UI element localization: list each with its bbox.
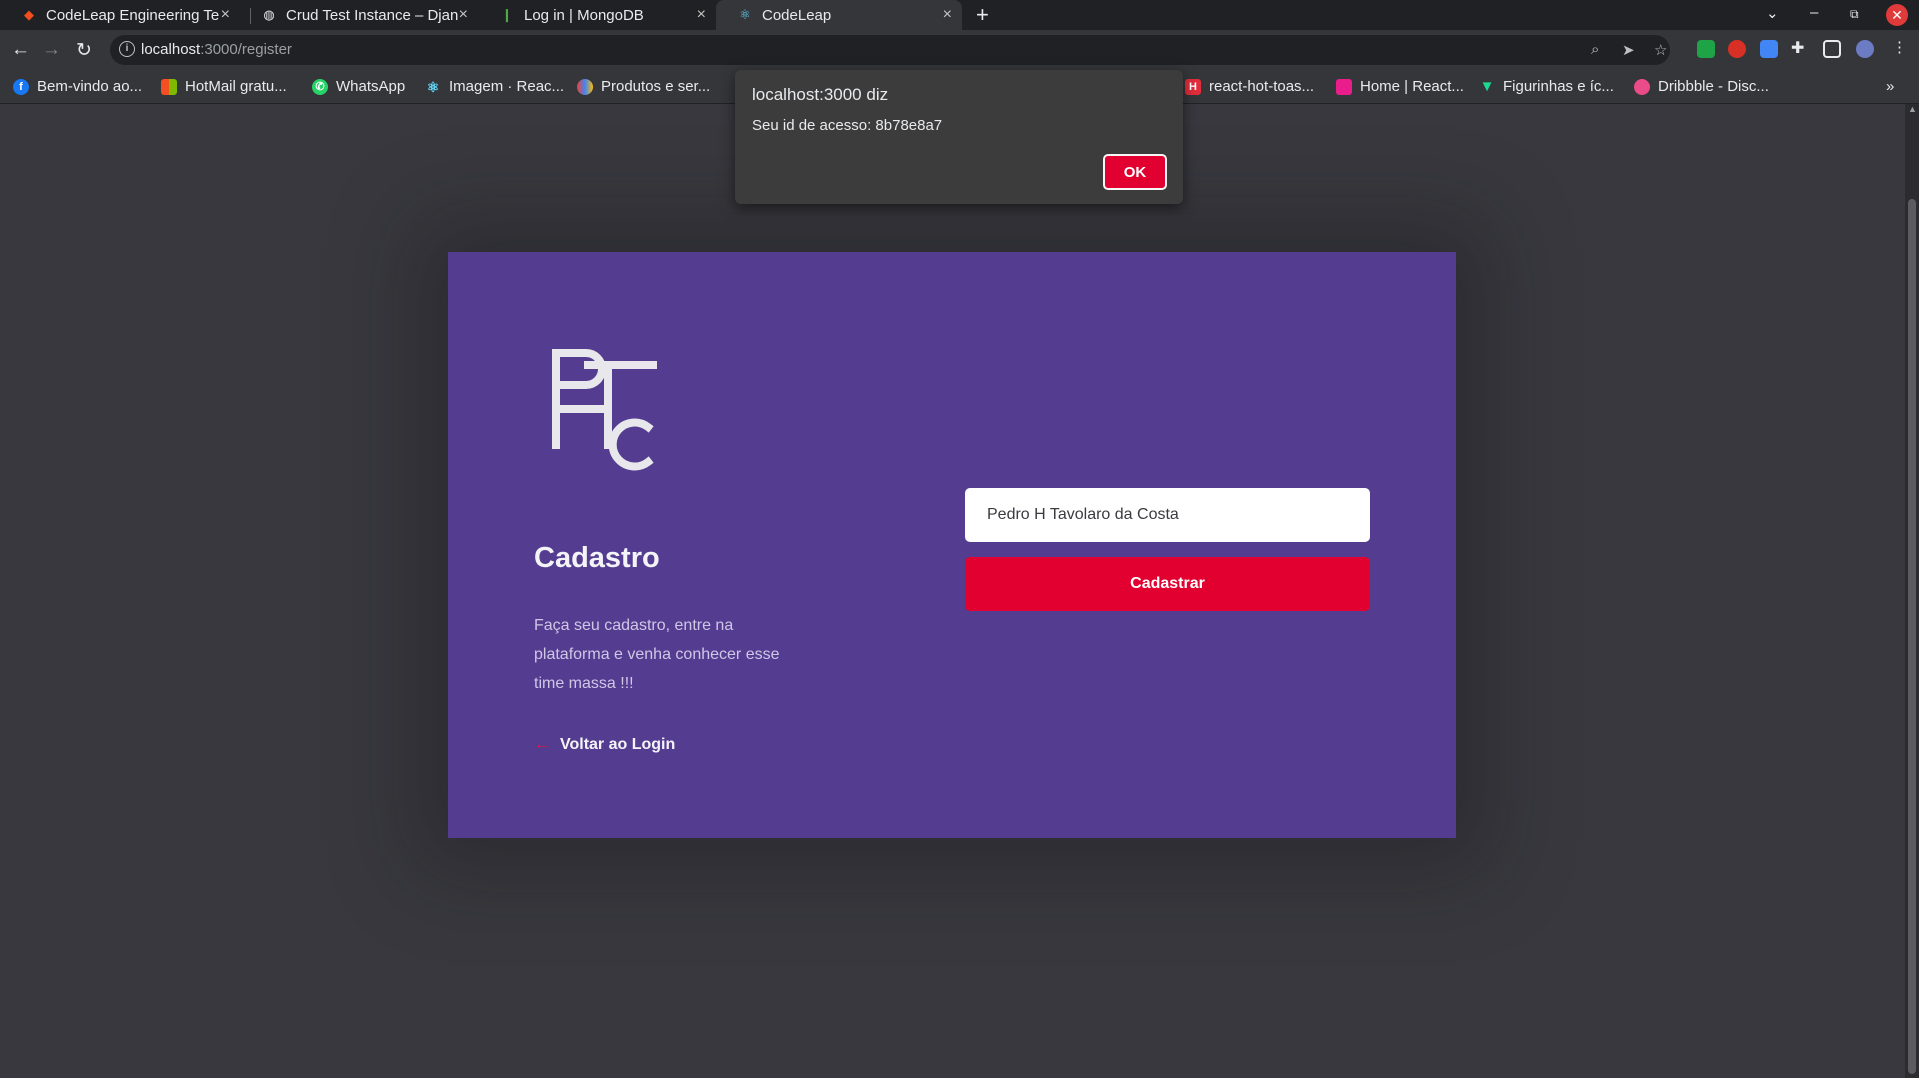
reload-icon[interactable]: ↻	[76, 39, 92, 62]
dialog-title: localhost:3000 diz	[752, 85, 889, 104]
browser-tab-strip: ◆ CodeLeap Engineering Te × ◍ Crud Test …	[0, 0, 1919, 30]
page-scrollbar[interactable]: ▲	[1905, 104, 1919, 1078]
profile-avatar[interactable]	[1856, 40, 1874, 58]
shield-extension-icon[interactable]	[1697, 40, 1715, 58]
bookmark-bem-vindo[interactable]: f Bem-vindo ao...	[13, 78, 142, 95]
address-bar[interactable]: i localhost:3000/register ⌕ ➤ ☆	[110, 35, 1670, 65]
close-tab-icon[interactable]: ×	[697, 6, 706, 24]
zoom-icon[interactable]: ⌕	[1591, 41, 1599, 58]
scroll-thumb[interactable]	[1908, 199, 1916, 1074]
mongodb-icon: ❙	[501, 7, 513, 22]
globe-icon: ◍	[263, 7, 275, 22]
facebook-icon: f	[13, 78, 29, 95]
restore-button[interactable]: ⧉	[1850, 7, 1859, 22]
bookmark-home-react[interactable]: Home | React...	[1336, 78, 1464, 95]
whatsapp-icon: ✆	[312, 78, 328, 95]
dribbble-icon	[1634, 78, 1650, 95]
side-panel-icon[interactable]	[1823, 40, 1841, 58]
bookmark-figurinhas[interactable]: ▼ Figurinhas e íc...	[1479, 78, 1614, 95]
back-arrow-icon[interactable]: ←	[11, 39, 30, 61]
browser-toolbar: ← → ↻ i localhost:3000/register ⌕ ➤ ☆ ✚ …	[0, 30, 1919, 72]
scroll-up-arrow-icon[interactable]: ▲	[1908, 104, 1917, 114]
extensions-puzzle-icon[interactable]: ✚	[1791, 38, 1804, 58]
bookmark-hotmail[interactable]: HotMail gratu...	[161, 78, 287, 95]
microsoft-icon	[161, 78, 177, 95]
menu-kebab-icon[interactable]: ⋮	[1892, 38, 1907, 56]
dialog-ok-button[interactable]: OK	[1103, 154, 1167, 190]
url-text: localhost:3000/register	[141, 41, 292, 58]
bookmark-imagem-react[interactable]: ⚛ Imagem · Reac...	[425, 78, 564, 95]
more-bookmarks-icon[interactable]: »	[1886, 78, 1894, 95]
stop-extension-icon[interactable]	[1728, 40, 1746, 58]
react-icon: ⚛	[739, 7, 751, 22]
close-tab-icon[interactable]: ×	[943, 6, 952, 24]
back-to-login-link[interactable]: ← Voltar ao Login	[534, 736, 675, 754]
tab-search-chevron-icon[interactable]: ⌄	[1766, 4, 1779, 22]
tab-crud-test-instance[interactable]: ◍ Crud Test Instance – Djan ×	[240, 0, 478, 30]
tab-codeleap-engineering[interactable]: ◆ CodeLeap Engineering Te ×	[0, 0, 240, 30]
bookmark-star-icon[interactable]: ☆	[1654, 41, 1667, 59]
google-cloud-icon	[577, 78, 593, 95]
register-card: Cadastro Faça seu cadastro, entre na pla…	[448, 252, 1456, 838]
minimize-button[interactable]: –	[1810, 4, 1818, 21]
forward-arrow-icon[interactable]: →	[42, 39, 61, 61]
arrow-left-icon: ←	[534, 736, 550, 753]
pink-square-icon	[1336, 78, 1352, 95]
dialog-message: Seu id de acesso: 8b78e8a7	[752, 117, 943, 134]
figma-icon: ◆	[24, 7, 34, 22]
translate-extension-icon[interactable]	[1760, 40, 1778, 58]
send-icon[interactable]: ➤	[1622, 41, 1635, 59]
vuetify-icon: ▼	[1479, 77, 1495, 95]
close-tab-icon[interactable]: ×	[221, 6, 230, 24]
new-tab-button[interactable]: +	[976, 2, 989, 28]
close-tab-icon[interactable]: ×	[459, 6, 468, 24]
site-info-icon[interactable]: i	[119, 41, 135, 57]
bookmark-whatsapp[interactable]: ✆ WhatsApp	[312, 78, 405, 95]
bookmark-produtos[interactable]: Produtos e ser...	[577, 78, 710, 95]
bookmark-dribbble[interactable]: Dribbble - Disc...	[1634, 78, 1769, 95]
window-close-button[interactable]: ✕	[1886, 4, 1908, 26]
register-description: Faça seu cadastro, entre na plataforma e…	[534, 617, 780, 692]
name-input[interactable]	[965, 488, 1370, 542]
phtc-logo	[552, 349, 657, 471]
react-icon: ⚛	[426, 78, 440, 95]
register-button[interactable]: Cadastrar	[965, 557, 1370, 611]
page-title: Cadastro	[534, 542, 660, 574]
alert-dialog: localhost:3000 diz Seu id de acesso: 8b7…	[735, 70, 1183, 204]
page-viewport: Cadastro Faça seu cadastro, entre na pla…	[0, 104, 1905, 1078]
tab-codeleap[interactable]: ⚛ CodeLeap ×	[716, 0, 962, 30]
tab-mongodb-login[interactable]: ❙ Log in | MongoDB ×	[478, 0, 716, 30]
bookmark-react-hot-toast[interactable]: H react-hot-toas...	[1185, 78, 1314, 95]
hot-toast-icon: H	[1185, 78, 1201, 95]
